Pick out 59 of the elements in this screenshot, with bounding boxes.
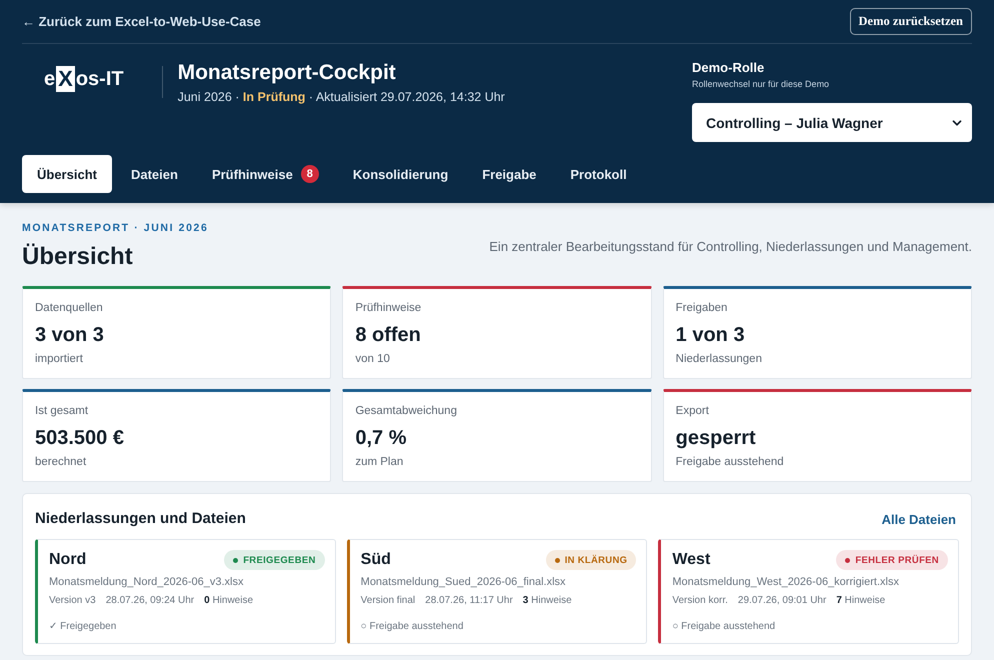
- logo: eXos-IT: [44, 66, 124, 92]
- status-badge: FREIGEGEBEN: [224, 550, 325, 570]
- file-name: Monatsmeldung_Sued_2026-06_final.xlsx: [360, 575, 567, 590]
- page-title: Übersicht: [22, 242, 134, 272]
- file-timestamp: 29.07.26, 09:01 Uhr: [738, 594, 826, 608]
- branch-name: Nord: [49, 551, 86, 569]
- role-select[interactable]: Controlling – Julia Wagner: [692, 103, 972, 142]
- kpi-label: Gesamtabweichung: [355, 404, 458, 419]
- kpi-value: 3 von 3: [35, 323, 105, 348]
- notes-count: 7 Hinweise: [836, 594, 886, 608]
- file-version: Version final: [360, 594, 416, 608]
- branch-name: West: [672, 551, 710, 569]
- role-hint: Rollenwechsel nur für diese Demo: [692, 78, 830, 91]
- kpi-note: von 10: [355, 352, 391, 367]
- file-timestamp: 28.07.26, 09:24 Uhr: [106, 594, 194, 608]
- branch-name: Süd: [360, 551, 391, 569]
- kpi-label: Freigaben: [676, 301, 728, 316]
- notes-count: 3 Hinweise: [522, 594, 572, 608]
- reset-demo-button[interactable]: Demo zurücksetzen: [850, 8, 972, 35]
- page-description: Ein zentraler Bearbeitungsstand für Controlling, Niederlassungen und Management.: [489, 239, 972, 254]
- status-badge: FEHLER PRÜFEN: [836, 550, 948, 570]
- panel-title: Niederlassungen und Dateien: [35, 509, 246, 529]
- kpi-label: Export: [676, 404, 710, 419]
- kpi-note: importiert: [35, 352, 84, 367]
- kpi-label: Ist gesamt: [35, 404, 90, 419]
- count-badge: 8: [300, 165, 319, 183]
- kpi-value: gesperrt: [676, 426, 757, 451]
- nav-tab[interactable]: Übersicht: [22, 155, 112, 193]
- file-version: Version korr.: [672, 594, 728, 608]
- kpi-note: Niederlassungen: [676, 352, 763, 367]
- section-eyebrow: MONATSREPORT · JUNI 2026: [22, 221, 208, 235]
- approval-status: ✓ Freigegeben: [49, 620, 118, 634]
- file-name: Monatsmeldung_Nord_2026-06_v3.xlsx: [49, 575, 244, 590]
- kpi-label: Datenquellen: [35, 301, 104, 316]
- kpi-label: Prüfhinweise: [355, 301, 422, 316]
- status-badge: IN KLÄRUNG: [546, 550, 636, 570]
- kpi-value: 1 von 3: [676, 323, 746, 348]
- kpi-note: Freigabe ausstehend: [676, 455, 785, 470]
- notes-count: 0 Hinweise: [204, 594, 254, 608]
- kpi-value: 8 offen: [355, 323, 422, 348]
- kpi-note: berechnet: [35, 455, 88, 470]
- nav-tab[interactable]: Prüfhinweise 8: [196, 155, 334, 193]
- nav-tab[interactable]: Protokoll: [555, 155, 642, 193]
- report-status-line: Juni 2026 · In Prüfung · Aktualisiert 29.07.2026, 14:32 Uhr: [178, 89, 505, 106]
- kpi-value: 0,7 %: [355, 426, 408, 451]
- file-version: Version v3: [49, 594, 96, 608]
- app-title: Monatsreport-Cockpit: [178, 60, 397, 86]
- kpi-value: 503.500 €: [35, 426, 125, 451]
- nav-tab[interactable]: Dateien: [116, 155, 193, 193]
- approval-status: ○ Freigabe ausstehend: [360, 620, 464, 634]
- back-link[interactable]: ← Zurück zum Excel-to-Web-Use-Case: [22, 14, 261, 29]
- file-timestamp: 28.07.26, 11:17 Uhr: [425, 594, 513, 608]
- approval-status: ○ Freigabe ausstehend: [672, 620, 776, 634]
- all-files-link[interactable]: Alle Dateien: [882, 512, 956, 526]
- kpi-note: zum Plan: [355, 455, 404, 470]
- file-name: Monatsmeldung_West_2026-06_korrigiert.xlsx: [672, 575, 900, 590]
- role-label: Demo-Rolle: [692, 60, 766, 76]
- nav-tab[interactable]: Freigabe: [467, 155, 552, 193]
- nav-tab[interactable]: Konsolidierung: [338, 155, 464, 193]
